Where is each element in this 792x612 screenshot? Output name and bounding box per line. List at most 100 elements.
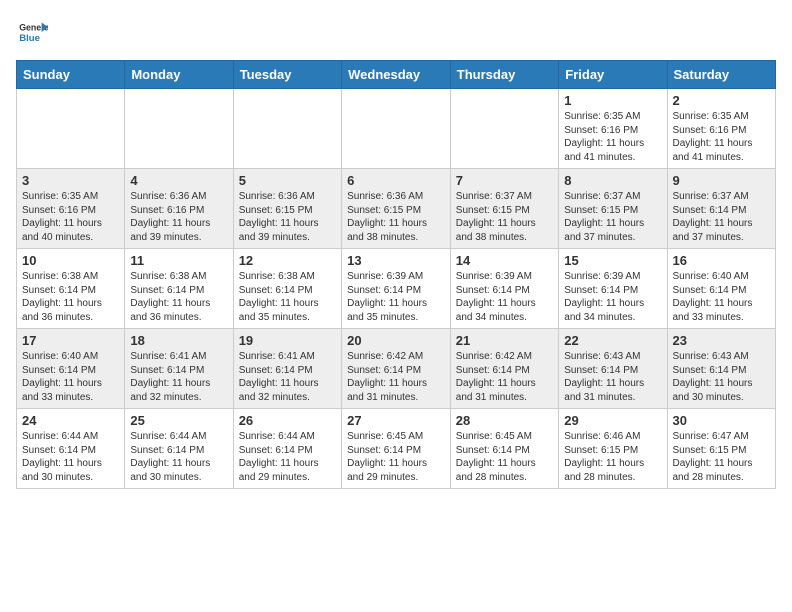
day-info: Sunrise: 6:42 AM Sunset: 6:14 PM Dayligh…: [347, 350, 445, 404]
calendar-week-row: 3Sunrise: 6:35 AM Sunset: 6:16 PM Daylig…: [17, 169, 776, 249]
calendar-cell: 24 Sunrise: 6:44 AM Sunset: 6:14 PM Dayli…: [17, 409, 125, 489]
day-info: Sunrise: 6:45 AM Sunset: 6:14 PM Dayligh…: [347, 430, 445, 484]
calendar-cell: [17, 89, 125, 169]
calendar-cell: 7 Sunrise: 6:37 AM Sunset: 6:15 PM Daylig…: [450, 169, 558, 249]
calendar-cell: 16 Sunrise: 6:40 AM Sunset: 6:14 PM Dayli…: [667, 249, 776, 329]
day-info: Sunrise: 6:35 AM Sunset: 6:16 PM Dayligh…: [22, 190, 119, 244]
day-info: Sunrise: 6:37 AM Sunset: 6:14 PM Dayligh…: [673, 190, 771, 244]
day-number: 17: [22, 333, 119, 348]
calendar-cell: 3Sunrise: 6:35 AM Sunset: 6:16 PM Daylig…: [17, 169, 125, 249]
day-info: Sunrise: 6:40 AM Sunset: 6:14 PM Dayligh…: [22, 350, 119, 404]
weekday-header: Wednesday: [342, 61, 451, 89]
day-number: 4: [130, 173, 227, 188]
calendar-cell: [125, 89, 233, 169]
calendar-cell: 9 Sunrise: 6:37 AM Sunset: 6:14 PM Daylig…: [667, 169, 776, 249]
day-number: 23: [673, 333, 771, 348]
day-info: Sunrise: 6:46 AM Sunset: 6:15 PM Dayligh…: [564, 430, 661, 484]
day-number: 13: [347, 253, 445, 268]
weekday-header-row: SundayMondayTuesdayWednesdayThursdayFrid…: [17, 61, 776, 89]
day-info: Sunrise: 6:40 AM Sunset: 6:14 PM Dayligh…: [673, 270, 771, 324]
calendar-cell: 13Sunrise: 6:39 AM Sunset: 6:14 PM Dayli…: [342, 249, 451, 329]
page-container: General Blue SundayMondayTuesdayWednesda…: [0, 0, 792, 499]
weekday-header: Monday: [125, 61, 233, 89]
logo-icon: General Blue: [16, 16, 48, 48]
day-number: 27: [347, 413, 445, 428]
day-number: 14: [456, 253, 553, 268]
calendar-cell: 26 Sunrise: 6:44 AM Sunset: 6:14 PM Dayli…: [233, 409, 341, 489]
day-number: 9: [673, 173, 771, 188]
calendar-cell: 19Sunrise: 6:41 AM Sunset: 6:14 PM Dayli…: [233, 329, 341, 409]
calendar-cell: 25 Sunrise: 6:44 AM Sunset: 6:14 PM Dayli…: [125, 409, 233, 489]
calendar-cell: 11Sunrise: 6:38 AM Sunset: 6:14 PM Dayli…: [125, 249, 233, 329]
day-number: 20: [347, 333, 445, 348]
calendar-cell: 1 Sunrise: 6:35 AM Sunset: 6:16 PM Daylig…: [559, 89, 667, 169]
page-header: General Blue: [16, 16, 776, 48]
day-info: Sunrise: 6:37 AM Sunset: 6:15 PM Dayligh…: [564, 190, 661, 244]
day-number: 6: [347, 173, 445, 188]
day-info: Sunrise: 6:44 AM Sunset: 6:14 PM Dayligh…: [22, 430, 119, 484]
calendar-cell: 22Sunrise: 6:43 AM Sunset: 6:14 PM Dayli…: [559, 329, 667, 409]
day-info: Sunrise: 6:44 AM Sunset: 6:14 PM Dayligh…: [130, 430, 227, 484]
day-info: Sunrise: 6:39 AM Sunset: 6:14 PM Dayligh…: [456, 270, 553, 324]
day-info: Sunrise: 6:44 AM Sunset: 6:14 PM Dayligh…: [239, 430, 336, 484]
calendar-cell: 5 Sunrise: 6:36 AM Sunset: 6:15 PM Daylig…: [233, 169, 341, 249]
day-number: 21: [456, 333, 553, 348]
svg-text:Blue: Blue: [19, 33, 40, 44]
calendar-cell: 20 Sunrise: 6:42 AM Sunset: 6:14 PM Dayli…: [342, 329, 451, 409]
calendar-cell: [342, 89, 451, 169]
day-number: 24: [22, 413, 119, 428]
calendar-cell: 18 Sunrise: 6:41 AM Sunset: 6:14 PM Dayli…: [125, 329, 233, 409]
calendar-cell: 27 Sunrise: 6:45 AM Sunset: 6:14 PM Dayli…: [342, 409, 451, 489]
day-info: Sunrise: 6:41 AM Sunset: 6:14 PM Dayligh…: [130, 350, 227, 404]
day-info: Sunrise: 6:42 AM Sunset: 6:14 PM Dayligh…: [456, 350, 553, 404]
day-info: Sunrise: 6:38 AM Sunset: 6:14 PM Dayligh…: [22, 270, 119, 324]
calendar-cell: [233, 89, 341, 169]
day-info: Sunrise: 6:36 AM Sunset: 6:15 PM Dayligh…: [239, 190, 336, 244]
calendar-cell: [450, 89, 558, 169]
day-info: Sunrise: 6:36 AM Sunset: 6:16 PM Dayligh…: [130, 190, 227, 244]
weekday-header: Thursday: [450, 61, 558, 89]
weekday-header: Sunday: [17, 61, 125, 89]
day-number: 28: [456, 413, 553, 428]
day-number: 2: [673, 93, 771, 108]
calendar-cell: 12Sunrise: 6:38 AM Sunset: 6:14 PM Dayli…: [233, 249, 341, 329]
day-number: 30: [673, 413, 771, 428]
day-number: 16: [673, 253, 771, 268]
day-info: Sunrise: 6:39 AM Sunset: 6:14 PM Dayligh…: [564, 270, 661, 324]
calendar-cell: 29 Sunrise: 6:46 AM Sunset: 6:15 PM Dayli…: [559, 409, 667, 489]
day-number: 18: [130, 333, 227, 348]
day-info: Sunrise: 6:41 AM Sunset: 6:14 PM Dayligh…: [239, 350, 336, 404]
day-number: 5: [239, 173, 336, 188]
weekday-header: Friday: [559, 61, 667, 89]
day-number: 25: [130, 413, 227, 428]
day-number: 15: [564, 253, 661, 268]
calendar-cell: 15 Sunrise: 6:39 AM Sunset: 6:14 PM Dayli…: [559, 249, 667, 329]
day-number: 8: [564, 173, 661, 188]
calendar-cell: 4 Sunrise: 6:36 AM Sunset: 6:16 PM Daylig…: [125, 169, 233, 249]
day-info: Sunrise: 6:38 AM Sunset: 6:14 PM Dayligh…: [130, 270, 227, 324]
calendar-cell: 30Sunrise: 6:47 AM Sunset: 6:15 PM Dayli…: [667, 409, 776, 489]
calendar-week-row: 17 Sunrise: 6:40 AM Sunset: 6:14 PM Dayli…: [17, 329, 776, 409]
day-number: 10: [22, 253, 119, 268]
day-info: Sunrise: 6:35 AM Sunset: 6:16 PM Dayligh…: [564, 110, 661, 164]
day-number: 29: [564, 413, 661, 428]
day-number: 26: [239, 413, 336, 428]
day-number: 12: [239, 253, 336, 268]
day-number: 7: [456, 173, 553, 188]
day-info: Sunrise: 6:45 AM Sunset: 6:14 PM Dayligh…: [456, 430, 553, 484]
day-info: Sunrise: 6:36 AM Sunset: 6:15 PM Dayligh…: [347, 190, 445, 244]
calendar-cell: 17 Sunrise: 6:40 AM Sunset: 6:14 PM Dayli…: [17, 329, 125, 409]
weekday-header: Saturday: [667, 61, 776, 89]
calendar-cell: 6 Sunrise: 6:36 AM Sunset: 6:15 PM Daylig…: [342, 169, 451, 249]
calendar-cell: 21 Sunrise: 6:42 AM Sunset: 6:14 PM Dayli…: [450, 329, 558, 409]
day-number: 1: [564, 93, 661, 108]
calendar-cell: 8 Sunrise: 6:37 AM Sunset: 6:15 PM Daylig…: [559, 169, 667, 249]
weekday-header: Tuesday: [233, 61, 341, 89]
day-info: Sunrise: 6:43 AM Sunset: 6:14 PM Dayligh…: [673, 350, 771, 404]
day-info: Sunrise: 6:35 AM Sunset: 6:16 PM Dayligh…: [673, 110, 771, 164]
calendar-cell: 10 Sunrise: 6:38 AM Sunset: 6:14 PM Dayli…: [17, 249, 125, 329]
calendar-week-row: 10 Sunrise: 6:38 AM Sunset: 6:14 PM Dayli…: [17, 249, 776, 329]
day-info: Sunrise: 6:37 AM Sunset: 6:15 PM Dayligh…: [456, 190, 553, 244]
day-number: 22: [564, 333, 661, 348]
calendar-table: SundayMondayTuesdayWednesdayThursdayFrid…: [16, 60, 776, 489]
